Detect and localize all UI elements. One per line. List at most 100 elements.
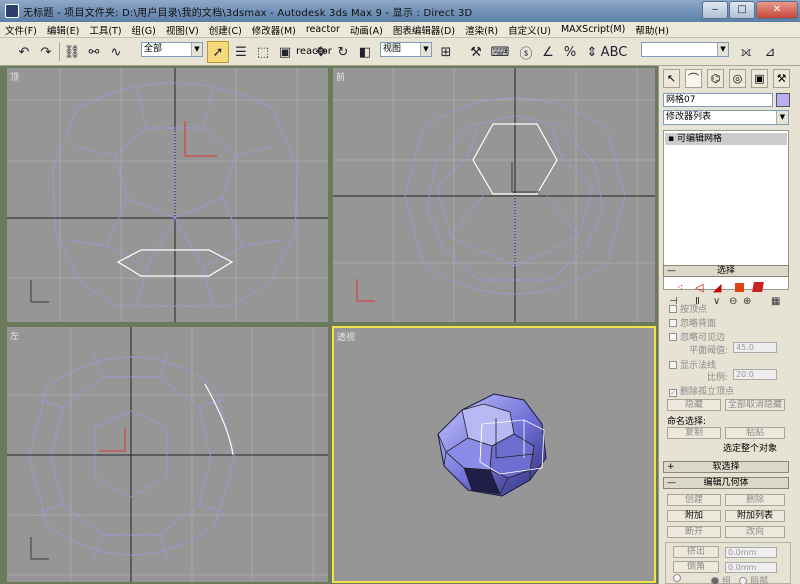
configure-icon[interactable]: ▦: [771, 296, 780, 307]
detach-button[interactable]: 断开: [667, 526, 721, 538]
menu-animation[interactable]: 动画(A): [345, 23, 388, 37]
select-object-icon[interactable]: ➚: [207, 41, 229, 63]
menu-file[interactable]: 文件(F): [0, 23, 42, 37]
viewport-top[interactable]: 顶: [7, 68, 328, 322]
maximize-button[interactable]: □: [729, 1, 755, 19]
scale-spinner[interactable]: 20.0: [733, 369, 777, 380]
soccer-ball-mesh[interactable]: [437, 393, 547, 497]
delete-isolated-vertices-label: 删除孤立顶点: [680, 387, 735, 397]
select-and-rotate-icon[interactable]: ↻: [333, 41, 353, 63]
menu-maxscript[interactable]: MAXScript(M): [556, 24, 630, 35]
close-button[interactable]: ✕: [756, 1, 798, 19]
menu-reactor[interactable]: reactor: [301, 24, 345, 35]
turn-button[interactable]: 改向: [725, 526, 785, 538]
planar-threshold-spinner[interactable]: 45.0: [733, 342, 777, 353]
normal-group-radio[interactable]: [673, 574, 684, 584]
viewport-perspective[interactable]: 透视: [332, 326, 656, 583]
object-color-swatch[interactable]: [776, 93, 790, 107]
app-icon[interactable]: [5, 4, 19, 18]
select-and-link-icon[interactable]: ⛓: [62, 41, 82, 63]
menu-create[interactable]: 创建(C): [204, 23, 247, 37]
delete-button[interactable]: 删除: [725, 494, 785, 506]
reference-coordinate-value: 视图: [383, 44, 402, 54]
element-icon[interactable]: [752, 282, 764, 292]
selection-title: 选择: [716, 266, 735, 276]
normal-group-option[interactable]: 组: [711, 574, 731, 584]
rectangular-selection-icon[interactable]: ⬚: [253, 41, 273, 63]
percent-snap-icon[interactable]: %: [560, 41, 580, 63]
command-panel: ↖ ⌒ ⌬ ◎ ▣ ⚒ 网格07 修改器列表 ▼ ▪ 可编辑网格 ⊣ Ⅱ ∨ ⊖…: [658, 66, 800, 584]
display-tab-icon[interactable]: ▣: [751, 69, 768, 88]
menu-modifiers[interactable]: 修改器(M): [247, 23, 301, 37]
create-tab-icon[interactable]: ↖: [663, 69, 680, 88]
paste-button[interactable]: 粘贴: [725, 427, 785, 439]
remove-modifier-icon[interactable]: ⊖: [729, 296, 737, 307]
viewport-left[interactable]: 左: [7, 327, 328, 582]
keyboard-shortcut-icon[interactable]: ⌨: [490, 41, 510, 63]
create-button[interactable]: 创建: [667, 494, 721, 506]
motion-tab-icon[interactable]: ◎: [729, 69, 746, 88]
chamfer-spinner[interactable]: 0.0mm: [725, 562, 777, 573]
selection-rollout-header[interactable]: — 选择: [663, 265, 789, 277]
normal-local-option[interactable]: 局部: [739, 574, 768, 584]
vertex-icon[interactable]: ⁖: [677, 281, 683, 294]
snap-toggle-icon[interactable]: ⓢ: [516, 41, 536, 63]
selection-filter-dropdown[interactable]: 全部 ▼: [141, 42, 203, 57]
hide-button[interactable]: 隐藏: [667, 399, 721, 411]
soft-selection-rollout-header[interactable]: + 软选择: [663, 461, 789, 473]
ignore-visible-edges-checkbox[interactable]: 忽略可见边: [669, 330, 725, 343]
stack-expand-icon[interactable]: ▪: [668, 134, 677, 144]
manipulate-icon[interactable]: ⚒: [466, 41, 486, 63]
extrude-button[interactable]: 挤出: [673, 546, 719, 558]
bind-space-warp-icon[interactable]: ∿: [106, 41, 126, 63]
delete-isolated-vertices-checkbox[interactable]: ✓ 删除孤立顶点: [669, 384, 734, 397]
polygon-icon[interactable]: [735, 283, 744, 292]
stack-item-label: 可编辑网格: [676, 134, 722, 144]
angle-snap-icon[interactable]: ∠: [538, 41, 558, 63]
minimize-button[interactable]: ‒: [702, 1, 728, 19]
face-icon[interactable]: ◢: [713, 281, 721, 294]
pivot-center-icon[interactable]: ⊞: [436, 41, 456, 63]
menu-graph-editors[interactable]: 图表编辑器(D): [388, 23, 460, 37]
align-icon[interactable]: ⊿: [760, 41, 780, 63]
menu-group[interactable]: 组(G): [127, 23, 161, 37]
hierarchy-tab-icon[interactable]: ⌬: [707, 69, 724, 88]
unlink-icon[interactable]: ⚯: [84, 41, 104, 63]
copy-button[interactable]: 复制: [667, 427, 721, 439]
make-unique-icon[interactable]: ∨: [713, 296, 720, 307]
extrude-spinner[interactable]: 0.0mm: [725, 547, 777, 558]
utilities-tab-icon[interactable]: ⚒: [773, 69, 790, 88]
edge-icon[interactable]: ◁: [695, 281, 703, 294]
edit-named-selection-icon[interactable]: ABC: [601, 41, 628, 63]
menu-rendering[interactable]: 渲染(R): [460, 23, 503, 37]
spinner-snap-icon[interactable]: ⇕: [582, 41, 602, 63]
ignore-visible-edges-label: 忽略可见边: [680, 333, 726, 343]
viewport-front[interactable]: 前: [333, 68, 655, 322]
menu-edit[interactable]: 编辑(E): [42, 23, 84, 37]
modify-tab-icon[interactable]: ⌒: [685, 69, 702, 88]
select-by-name-icon[interactable]: ☰: [231, 41, 251, 63]
configure-modifier-sets-icon[interactable]: ⊕: [743, 296, 751, 307]
chamfer-button[interactable]: 倒角: [673, 561, 719, 573]
attach-button[interactable]: 附加: [667, 510, 721, 522]
redo-icon[interactable]: ↷: [36, 41, 56, 63]
edit-geometry-rollout-header[interactable]: — 编辑几何体: [663, 477, 789, 489]
ignore-backfacing-checkbox[interactable]: 忽略背面: [669, 316, 716, 329]
object-name-field[interactable]: 网格07: [663, 93, 773, 107]
menu-customize[interactable]: 自定义(U): [503, 23, 556, 37]
stack-item[interactable]: ▪ 可编辑网格: [665, 133, 787, 145]
unhide-all-button[interactable]: 全部取消隐藏: [725, 399, 785, 411]
mirror-icon[interactable]: ⟗: [736, 41, 756, 63]
by-vertex-checkbox[interactable]: 按顶点: [669, 302, 707, 315]
named-selection-dropdown[interactable]: ▼: [641, 42, 729, 57]
menu-tools[interactable]: 工具(T): [84, 23, 126, 37]
menu-views[interactable]: 视图(V): [161, 23, 204, 37]
reference-coordinate-dropdown[interactable]: 视图 ▼: [380, 42, 432, 57]
window-crossing-icon[interactable]: ▣: [275, 41, 295, 63]
menu-help[interactable]: 帮助(H): [630, 23, 674, 37]
attach-list-button[interactable]: 附加列表: [725, 510, 785, 522]
undo-icon[interactable]: ↶: [14, 41, 34, 63]
select-and-scale-icon[interactable]: ◧: [355, 41, 375, 63]
select-and-move-icon[interactable]: ✥: [311, 41, 331, 63]
modifier-list-dropdown[interactable]: 修改器列表 ▼: [663, 110, 789, 125]
